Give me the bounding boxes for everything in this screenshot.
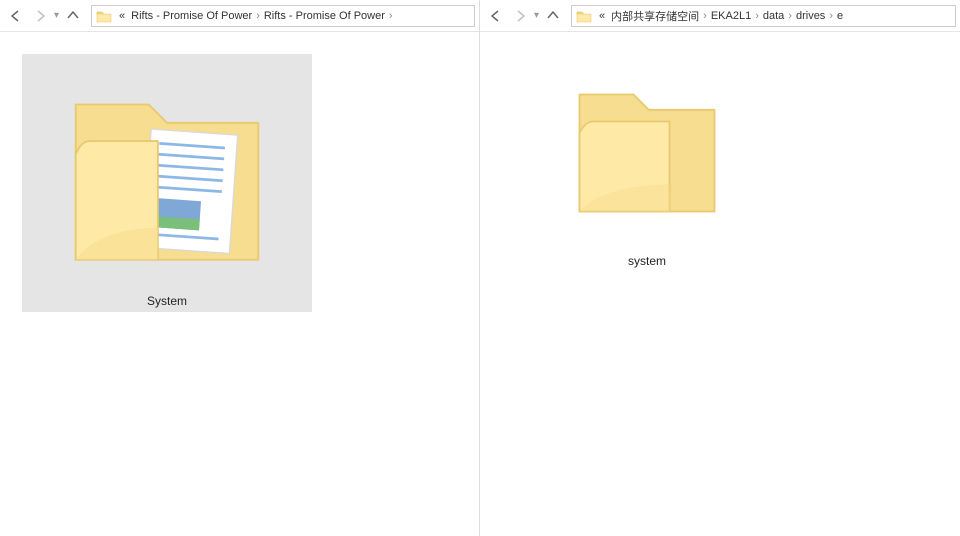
breadcrumb-segment[interactable]: drives (793, 10, 828, 22)
folder-large-icon (39, 58, 295, 288)
arrow-up-icon (546, 9, 560, 23)
right-content[interactable]: system (480, 32, 960, 294)
right-toolbar: ▾ « 内部共享存储空间 › EKA2L1 › data › drives › … (480, 0, 960, 32)
folder-icon (96, 8, 112, 24)
breadcrumb-overflow[interactable]: « (596, 10, 608, 22)
breadcrumb-segment[interactable]: EKA2L1 (708, 10, 754, 22)
address-bar[interactable]: « 内部共享存储空间 › EKA2L1 › data › drives › e (571, 5, 956, 27)
up-button[interactable] (541, 4, 565, 28)
back-button[interactable] (484, 4, 508, 28)
forward-button[interactable] (28, 4, 52, 28)
folder-large-icon (547, 58, 747, 248)
arrow-left-icon (489, 9, 503, 23)
breadcrumb-overflow[interactable]: « (116, 10, 128, 22)
history-dropdown-indicator[interactable]: ▾ (532, 10, 541, 21)
folder-label: system (628, 254, 666, 268)
breadcrumb-segment[interactable]: 内部共享存储空间 (608, 8, 702, 24)
up-button[interactable] (61, 4, 85, 28)
folder-label: System (147, 294, 187, 308)
folder-item-system[interactable]: system (502, 54, 792, 272)
address-bar[interactable]: « Rifts - Promise Of Power › Rifts - Pro… (91, 5, 475, 27)
breadcrumb-segment[interactable]: Rifts - Promise Of Power (261, 10, 388, 22)
left-content[interactable]: System (0, 32, 479, 334)
left-toolbar: ▾ « Rifts - Promise Of Power › Rifts - P… (0, 0, 479, 32)
forward-button[interactable] (508, 4, 532, 28)
right-pane: ▾ « 内部共享存储空间 › EKA2L1 › data › drives › … (480, 0, 960, 536)
history-dropdown-indicator[interactable]: ▾ (52, 10, 61, 21)
folder-item-system[interactable]: System (22, 54, 312, 312)
arrow-up-icon (66, 9, 80, 23)
breadcrumb-segment[interactable]: data (760, 10, 787, 22)
arrow-right-icon (33, 9, 47, 23)
folder-icon (576, 8, 592, 24)
chevron-right-icon: › (388, 10, 394, 22)
breadcrumb-segment[interactable]: e (834, 10, 846, 22)
left-pane: ▾ « Rifts - Promise Of Power › Rifts - P… (0, 0, 480, 536)
arrow-right-icon (513, 9, 527, 23)
arrow-left-icon (9, 9, 23, 23)
back-button[interactable] (4, 4, 28, 28)
breadcrumb-segment[interactable]: Rifts - Promise Of Power (128, 10, 255, 22)
